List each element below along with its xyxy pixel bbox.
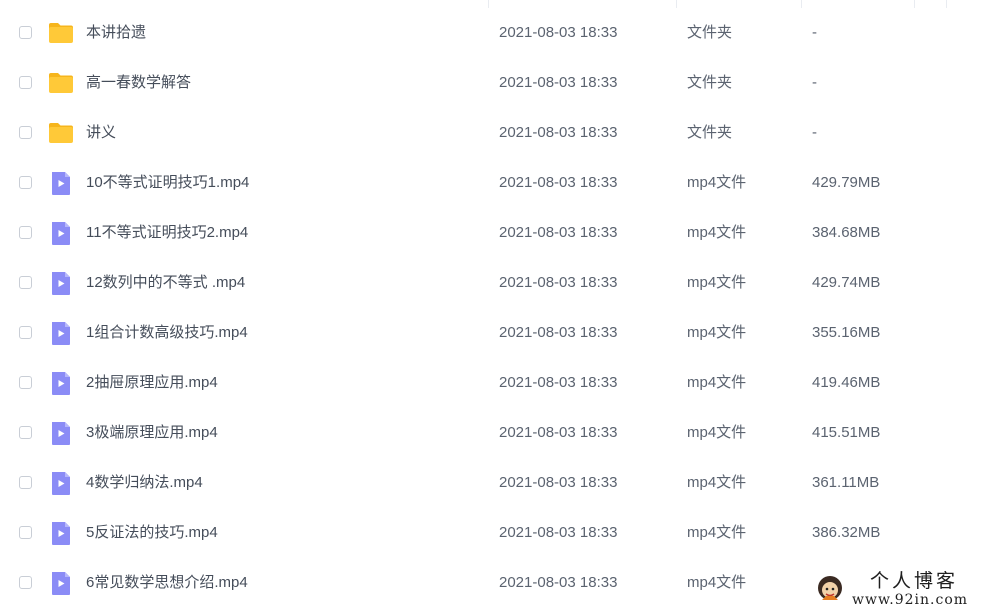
file-row[interactable]: 10不等式证明技巧1.mp4 2021-08-03 18:33 mp4文件 429.7… [0, 158, 1004, 208]
watermark-url: www.92in.com [852, 592, 969, 608]
file-name[interactable]: 讲义 [86, 124, 116, 142]
file-row[interactable]: 4数学归纳法.mp4 2021-08-03 18:33 mp4文件 361.11MB [0, 458, 1004, 508]
file-date: 2021-08-03 18:33 [499, 374, 618, 391]
file-type: 文件夹 [687, 124, 733, 141]
column-divider [914, 0, 915, 8]
file-name[interactable]: 12数列中的不等式 .mp4 [86, 274, 245, 292]
video-file-icon [48, 170, 74, 196]
column-divider [676, 0, 677, 8]
video-file-icon [48, 520, 74, 546]
file-row[interactable]: 本讲拾遗 2021-08-03 18:33 文件夹 - [0, 8, 1004, 58]
column-divider [801, 0, 802, 8]
file-type: mp4文件 [687, 574, 747, 591]
file-name[interactable]: 6常见数学思想介绍.mp4 [86, 574, 248, 592]
row-checkbox[interactable] [19, 176, 32, 189]
file-size: - [812, 124, 817, 141]
file-size: 429.74MB [812, 274, 881, 291]
file-date: 2021-08-03 18:33 [499, 524, 618, 541]
file-name[interactable]: 1组合计数高级技巧.mp4 [86, 324, 248, 342]
video-file-icon [48, 370, 74, 396]
file-name[interactable]: 3极端原理应用.mp4 [86, 424, 218, 442]
file-row[interactable]: 高一春数学解答 2021-08-03 18:33 文件夹 - [0, 58, 1004, 108]
file-name[interactable]: 高一春数学解答 [86, 74, 191, 92]
file-date: 2021-08-03 18:33 [499, 574, 618, 591]
video-file-icon [48, 420, 74, 446]
file-list: 本讲拾遗 2021-08-03 18:33 文件夹 - 高一春数学解答 2021-08-0… [0, 0, 1004, 612]
file-date: 2021-08-03 18:33 [499, 324, 618, 341]
file-date: 2021-08-03 18:33 [499, 274, 618, 291]
row-checkbox[interactable] [19, 276, 32, 289]
row-checkbox[interactable] [19, 76, 32, 89]
file-row[interactable]: 11不等式证明技巧2.mp4 2021-08-03 18:33 mp4文件 384.6… [0, 208, 1004, 258]
row-checkbox[interactable] [19, 376, 32, 389]
file-row[interactable]: 5反证法的技巧.mp4 2021-08-03 18:33 mp4文件 386.32MB [0, 508, 1004, 558]
file-date: 2021-08-03 18:33 [499, 474, 618, 491]
file-name[interactable]: 本讲拾遗 [86, 24, 146, 42]
file-size: 419.46MB [812, 374, 881, 391]
file-date: 2021-08-03 18:33 [499, 74, 618, 91]
column-divider [946, 0, 947, 8]
file-size: - [812, 74, 817, 91]
file-name[interactable]: 10不等式证明技巧1.mp4 [86, 174, 249, 192]
folder-icon [48, 70, 74, 96]
file-row[interactable]: 1组合计数高级技巧.mp4 2021-08-03 18:33 mp4文件 355.16… [0, 308, 1004, 358]
watermark: 个人博客 www.92in.com [812, 566, 1004, 612]
video-file-icon [48, 220, 74, 246]
folder-icon [48, 20, 74, 46]
video-file-icon [48, 320, 74, 346]
file-name[interactable]: 11不等式证明技巧2.mp4 [86, 224, 248, 242]
file-size: 386.32MB [812, 524, 881, 541]
row-checkbox[interactable] [19, 26, 32, 39]
file-type: mp4文件 [687, 474, 747, 491]
file-type: 文件夹 [687, 24, 733, 41]
file-name[interactable]: 4数学归纳法.mp4 [86, 474, 203, 492]
file-name[interactable]: 2抽屉原理应用.mp4 [86, 374, 218, 392]
watermark-avatar [816, 574, 844, 602]
file-size: 361.11MB [812, 474, 880, 491]
row-checkbox[interactable] [19, 126, 32, 139]
file-date: 2021-08-03 18:33 [499, 424, 618, 441]
column-divider [488, 0, 489, 8]
row-checkbox[interactable] [19, 476, 32, 489]
file-row[interactable]: 12数列中的不等式 .mp4 2021-08-03 18:33 mp4文件 429.7… [0, 258, 1004, 308]
file-size: 415.51MB [812, 424, 881, 441]
file-row[interactable]: 3极端原理应用.mp4 2021-08-03 18:33 mp4文件 415.51MB [0, 408, 1004, 458]
file-row[interactable]: 2抽屉原理应用.mp4 2021-08-03 18:33 mp4文件 419.46MB [0, 358, 1004, 408]
file-type: mp4文件 [687, 524, 747, 541]
watermark-title: 个人博客 [870, 570, 959, 592]
file-type: 文件夹 [687, 74, 733, 91]
row-checkbox[interactable] [19, 576, 32, 589]
row-checkbox[interactable] [19, 326, 32, 339]
file-type: mp4文件 [687, 324, 747, 341]
video-file-icon [48, 570, 74, 596]
file-type: mp4文件 [687, 374, 747, 391]
video-file-icon [48, 270, 74, 296]
row-checkbox[interactable] [19, 226, 32, 239]
file-size: 429.79MB [812, 174, 881, 191]
file-type: mp4文件 [687, 224, 747, 241]
row-checkbox[interactable] [19, 526, 32, 539]
video-file-icon [48, 470, 74, 496]
folder-icon [48, 120, 74, 146]
file-date: 2021-08-03 18:33 [499, 224, 618, 241]
file-date: 2021-08-03 18:33 [499, 174, 618, 191]
file-type: mp4文件 [687, 424, 747, 441]
row-checkbox[interactable] [19, 426, 32, 439]
file-size: 384.68MB [812, 224, 881, 241]
file-size: 355.16MB [812, 324, 881, 341]
file-date: 2021-08-03 18:33 [499, 124, 618, 141]
file-type: mp4文件 [687, 274, 747, 291]
file-name[interactable]: 5反证法的技巧.mp4 [86, 524, 218, 542]
file-size: - [812, 24, 817, 41]
file-type: mp4文件 [687, 174, 747, 191]
file-date: 2021-08-03 18:33 [499, 24, 618, 41]
file-row[interactable]: 讲义 2021-08-03 18:33 文件夹 - [0, 108, 1004, 158]
column-header-strip [0, 0, 1004, 8]
